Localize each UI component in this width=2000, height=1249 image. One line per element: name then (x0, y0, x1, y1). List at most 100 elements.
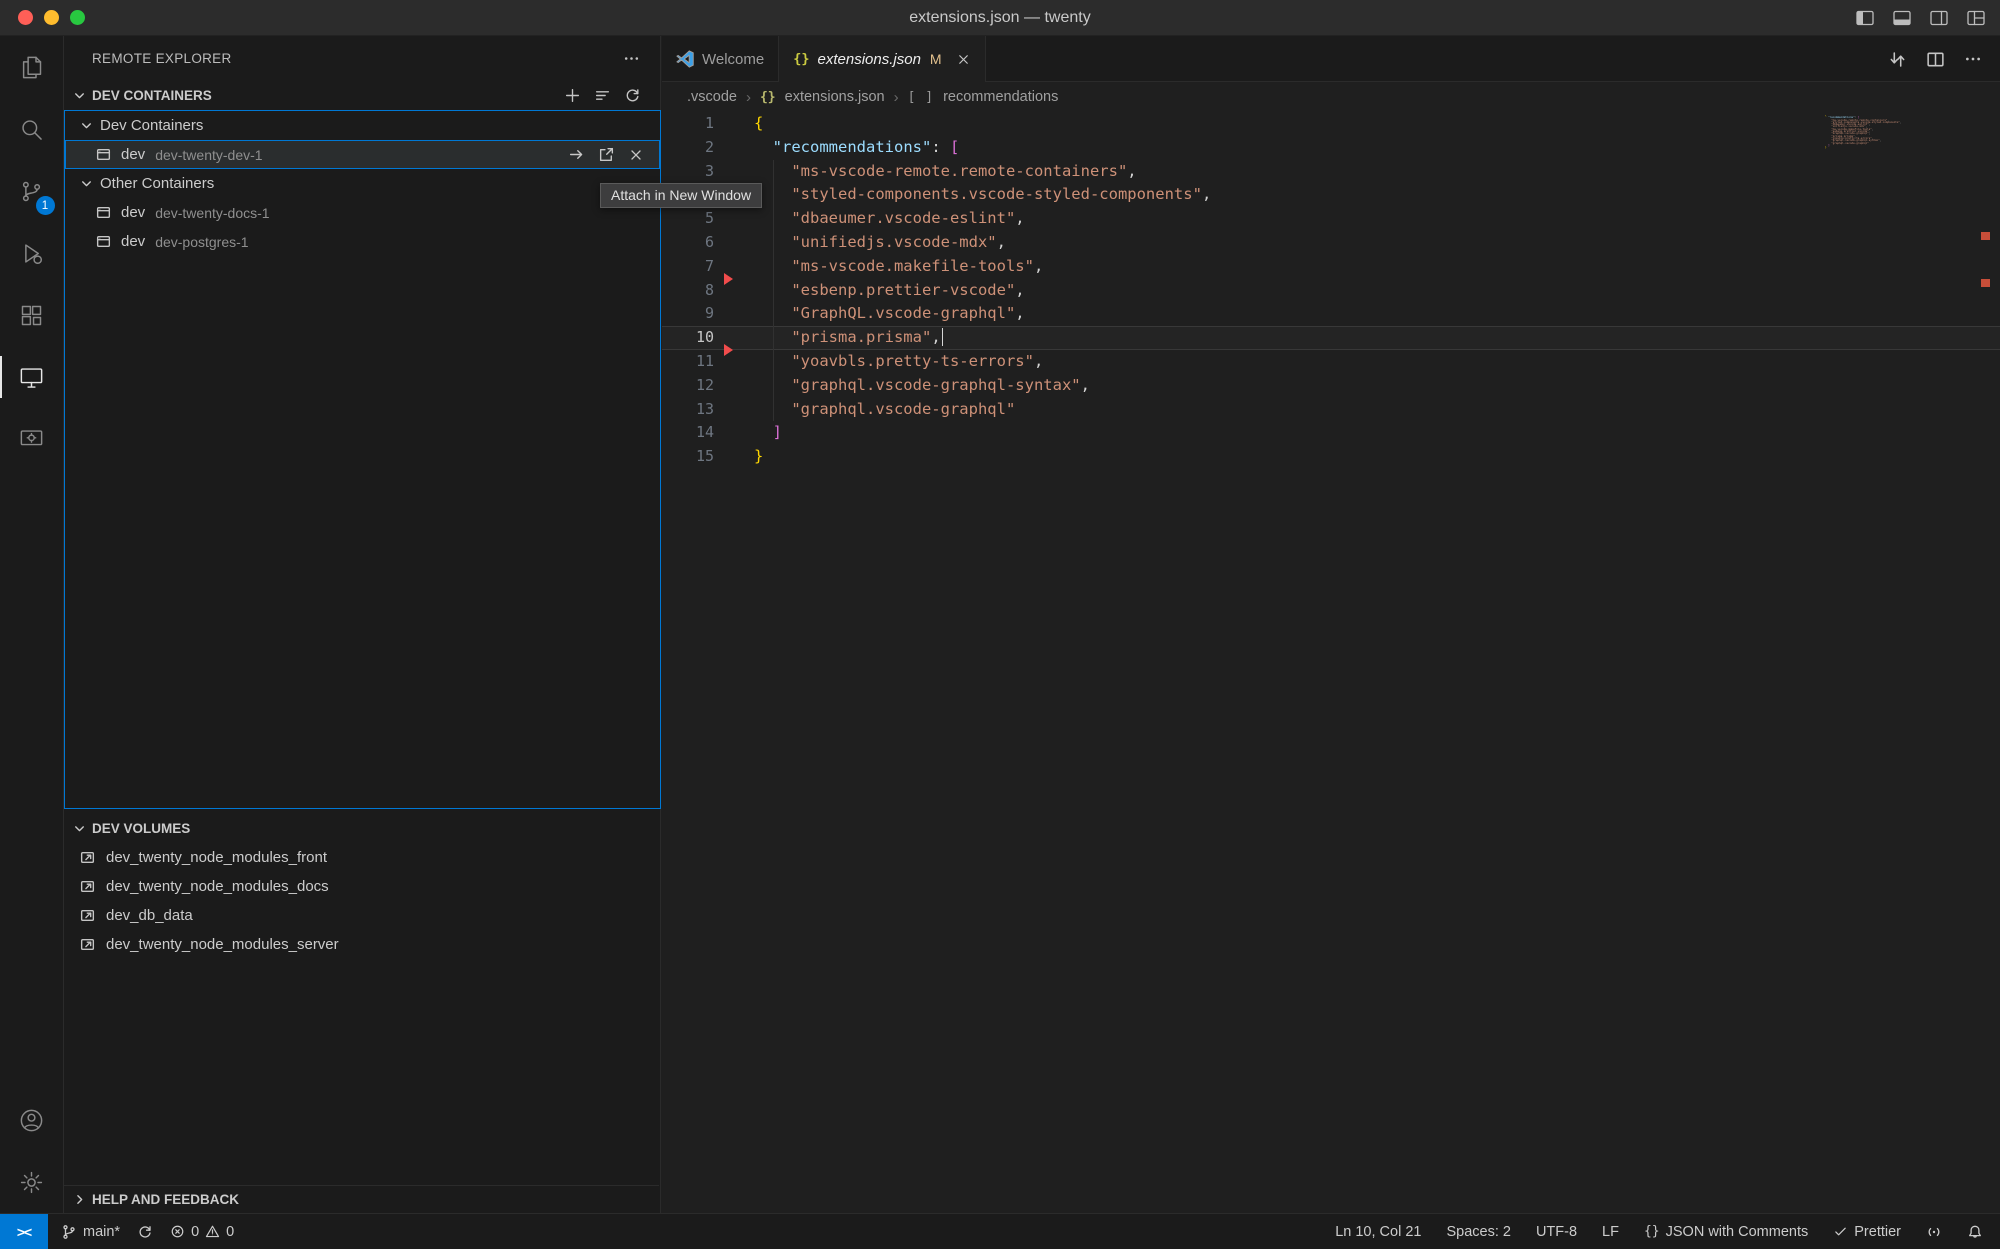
volume-item[interactable]: dev_twenty_node_modules_server (64, 930, 659, 959)
line-number[interactable]: 6 (662, 231, 714, 255)
notifications-bell-icon[interactable] (1967, 1224, 1983, 1240)
volume-item[interactable]: dev_twenty_node_modules_front (64, 843, 659, 872)
code-line[interactable]: 11 "yoavbls.pretty-ts-errors", (662, 350, 2000, 374)
line-number[interactable]: 9 (662, 302, 714, 326)
activity-source-control-icon[interactable]: 1 (0, 160, 64, 222)
line-number[interactable]: 2 (662, 136, 714, 160)
tree-item-dev-twenty-dev-1[interactable]: dev dev-twenty-dev-1 (65, 140, 660, 169)
problems-item[interactable]: 0 0 (170, 1224, 234, 1240)
tab-extensions-json[interactable]: {} extensions.json M (779, 36, 985, 82)
toggle-primary-sidebar-icon[interactable] (1855, 8, 1875, 28)
git-branch-item[interactable]: main* (61, 1224, 120, 1240)
remote-indicator[interactable]: >< (0, 1214, 48, 1249)
code-line[interactable]: 10 "prisma.prisma", (662, 326, 2000, 350)
section-dev-containers[interactable]: DEV CONTAINERS (64, 80, 660, 110)
line-number[interactable]: 5 (662, 207, 714, 231)
section-dev-volumes[interactable]: DEV VOLUMES (64, 813, 659, 843)
line-number[interactable]: 7 (662, 255, 714, 279)
indent-guide (773, 160, 774, 422)
tree-item-dev-postgres-1[interactable]: dev dev-postgres-1 (65, 227, 660, 256)
code-line[interactable]: 2 "recommendations": [ (662, 136, 2000, 160)
line-number[interactable]: 15 (662, 445, 714, 469)
line-number[interactable]: 10 (662, 326, 714, 350)
volume-name: dev_twenty_node_modules_front (106, 849, 327, 866)
overview-ruler-mark (1981, 279, 1990, 287)
line-number[interactable]: 14 (662, 421, 714, 445)
activity-explorer-icon[interactable] (0, 36, 64, 98)
line-number[interactable]: 8 (662, 279, 714, 303)
close-icon[interactable] (628, 147, 644, 163)
tree-group-dev-containers[interactable]: Dev Containers (65, 111, 660, 140)
code-line[interactable]: 7 "ms-vscode.makefile-tools", (662, 255, 2000, 279)
zoom-window-button[interactable] (70, 10, 85, 25)
code-line[interactable]: 4 "styled-components.vscode-styled-compo… (662, 183, 2000, 207)
chevron-right-icon: › (746, 89, 751, 106)
broadcast-icon[interactable] (1926, 1224, 1942, 1240)
language-label: JSON with Comments (1666, 1224, 1809, 1240)
minimize-window-button[interactable] (44, 10, 59, 25)
more-actions-icon[interactable] (623, 50, 640, 67)
breadcrumb-folder[interactable]: .vscode (687, 89, 737, 105)
open-changes-icon[interactable] (1888, 50, 1907, 69)
split-editor-icon[interactable] (1926, 50, 1945, 69)
code-line[interactable]: 5 "dbaeumer.vscode-eslint", (662, 207, 2000, 231)
vscode-window: extensions.json — twenty 1 (0, 0, 2000, 1249)
close-tab-icon[interactable] (956, 52, 971, 67)
code-line[interactable]: 8 "esbenp.prettier-vscode", (662, 279, 2000, 303)
line-number[interactable]: 13 (662, 398, 714, 422)
activity-settings-icon[interactable] (0, 1151, 64, 1213)
code-line[interactable]: 6 "unifiedjs.vscode-mdx", (662, 231, 2000, 255)
code-line[interactable]: 15} (662, 445, 2000, 469)
language-mode-item[interactable]: {} JSON with Comments (1644, 1224, 1808, 1240)
attach-in-new-window-icon[interactable] (598, 146, 615, 163)
code-line[interactable]: 9 "GraphQL.vscode-graphql", (662, 302, 2000, 326)
breadcrumb-file[interactable]: extensions.json (785, 89, 885, 105)
line-number[interactable]: 1 (662, 112, 714, 136)
activity-extensions-icon[interactable] (0, 284, 64, 346)
code-line[interactable]: 12 "graphql.vscode-graphql-syntax", (662, 374, 2000, 398)
code-line[interactable]: 14 ] (662, 421, 2000, 445)
code-line[interactable]: 1{ (662, 112, 2000, 136)
indentation-item[interactable]: Spaces: 2 (1446, 1224, 1511, 1240)
close-window-button[interactable] (18, 10, 33, 25)
code-line[interactable]: 13 "graphql.vscode-graphql" (662, 398, 2000, 422)
section-help-and-feedback[interactable]: HELP AND FEEDBACK (64, 1185, 659, 1213)
window-title: extensions.json — twenty (0, 9, 2000, 27)
breadcrumb-symbol[interactable]: recommendations (943, 89, 1058, 105)
toggle-panel-icon[interactable] (1892, 8, 1912, 28)
activity-accounts-icon[interactable] (0, 1089, 64, 1151)
refresh-icon[interactable] (624, 87, 641, 104)
line-number[interactable]: 3 (662, 160, 714, 184)
volume-item[interactable]: dev_db_data (64, 901, 659, 930)
more-actions-icon[interactable] (1964, 50, 1982, 68)
code-editor[interactable]: 1{2 "recommendations": [3 "ms-vscode-rem… (662, 112, 2000, 1213)
activity-run-debug-icon[interactable] (0, 222, 64, 284)
line-number[interactable]: 12 (662, 374, 714, 398)
titlebar: extensions.json — twenty (0, 0, 2000, 36)
container-name: dev (121, 204, 145, 221)
line-number[interactable]: 11 (662, 350, 714, 374)
attach-in-current-window-icon[interactable] (568, 146, 585, 163)
vscode-logo-icon (676, 50, 694, 68)
toggle-secondary-sidebar-icon[interactable] (1929, 8, 1949, 28)
filter-list-icon[interactable] (594, 87, 611, 104)
tree-item-dev-twenty-docs-1[interactable]: dev dev-twenty-docs-1 (65, 198, 660, 227)
eol-item[interactable]: LF (1602, 1224, 1619, 1240)
activity-dev-containers-icon[interactable] (0, 408, 64, 470)
sync-changes-icon[interactable] (137, 1224, 153, 1240)
tree-group-other-containers[interactable]: Other Containers (65, 169, 660, 198)
group-label: Dev Containers (100, 117, 203, 134)
activity-remote-explorer-icon[interactable] (0, 346, 64, 408)
formatter-item[interactable]: Prettier (1833, 1224, 1901, 1240)
cursor-position-item[interactable]: Ln 10, Col 21 (1335, 1224, 1421, 1240)
code-line[interactable]: 3 "ms-vscode-remote.remote-containers", (662, 160, 2000, 184)
tab-label: Welcome (702, 51, 764, 68)
new-dev-container-icon[interactable] (564, 87, 581, 104)
chevron-right-icon (72, 1192, 87, 1207)
minimap[interactable]: { "recommendations": [ "ms-vscode-remote… (1825, 115, 1901, 149)
tab-welcome[interactable]: Welcome (662, 36, 779, 82)
activity-search-icon[interactable] (0, 98, 64, 160)
customize-layout-icon[interactable] (1966, 8, 1986, 28)
encoding-item[interactable]: UTF-8 (1536, 1224, 1577, 1240)
volume-item[interactable]: dev_twenty_node_modules_docs (64, 872, 659, 901)
